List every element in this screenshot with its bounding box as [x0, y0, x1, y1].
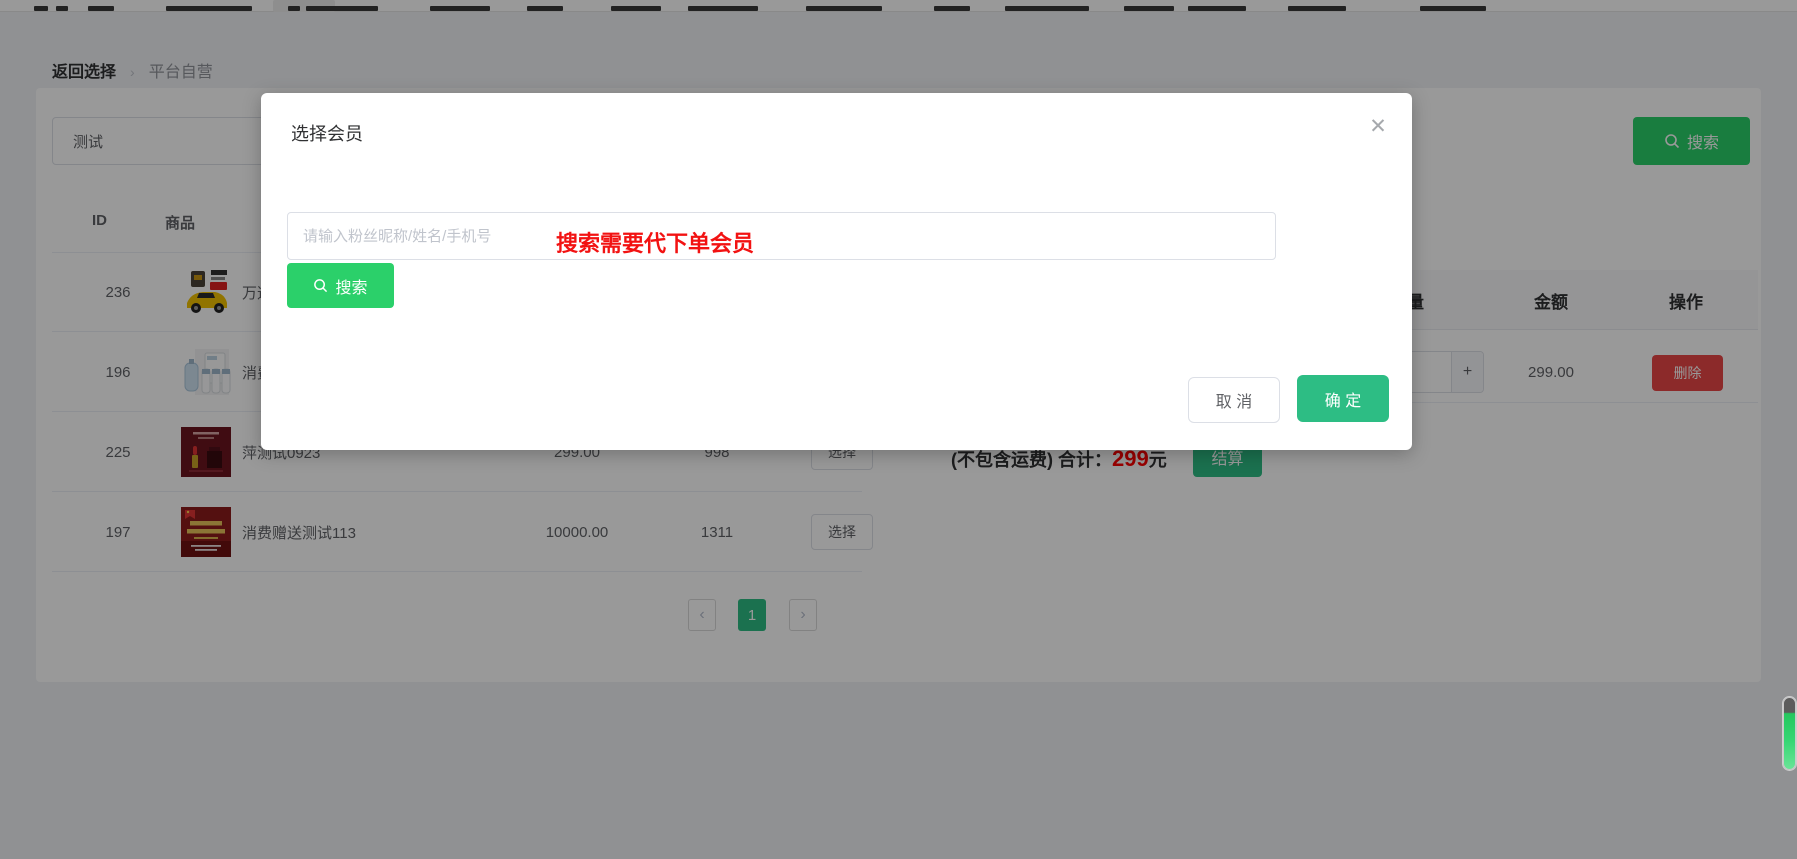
select-member-dialog: 选择会员 ✕ 搜索需要代下单会员 搜索 取 消 确 定: [261, 93, 1412, 450]
member-search-input[interactable]: [287, 212, 1276, 260]
close-icon[interactable]: ✕: [1366, 115, 1390, 139]
search-icon: [313, 278, 328, 293]
member-search-button-label: 搜索: [335, 274, 367, 298]
confirm-button[interactable]: 确 定: [1297, 375, 1389, 422]
dialog-title: 选择会员: [291, 120, 363, 146]
member-search-button[interactable]: 搜索: [287, 263, 394, 308]
annotation-text: 搜索需要代下单会员: [556, 226, 754, 258]
scrollbar-thumb[interactable]: [1783, 697, 1796, 770]
cancel-button[interactable]: 取 消: [1188, 377, 1280, 423]
